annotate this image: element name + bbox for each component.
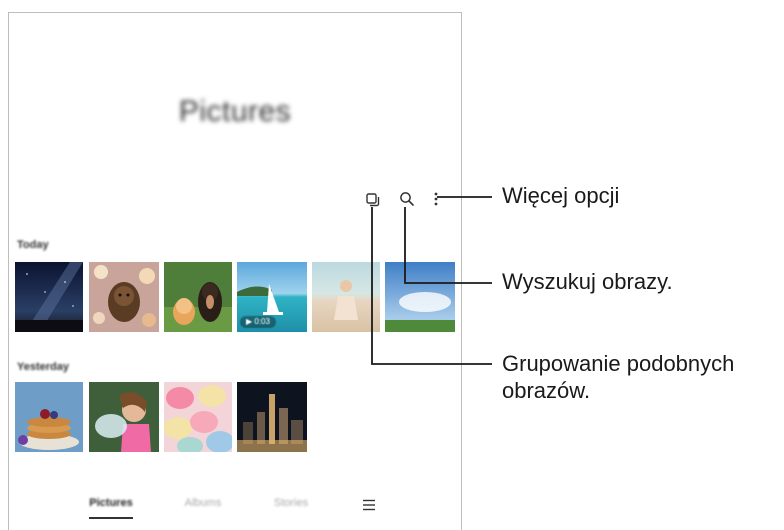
callout-search: Wyszukuj obrazy. xyxy=(502,269,673,294)
callout-more-options: Więcej opcji xyxy=(502,183,620,208)
video-duration-badge: ▶ 0:03 xyxy=(240,316,276,328)
tab-albums[interactable]: Albums xyxy=(181,497,225,509)
thumbnail-pancakes[interactable] xyxy=(15,382,83,452)
thumbnail-dog-lights[interactable] xyxy=(89,262,159,332)
thumbnail-sky-meadow[interactable] xyxy=(385,262,455,332)
thumbnail-girl-beach[interactable] xyxy=(312,262,380,332)
phone-screen: Pictures Today ▶ 0:03 Yesterday Pictures… xyxy=(8,12,462,530)
thumbnail-cat-dog[interactable] xyxy=(164,262,232,332)
tab-stories[interactable]: Stories xyxy=(269,497,313,509)
section-label-today: Today xyxy=(17,239,49,251)
more-options-icon[interactable] xyxy=(431,190,441,208)
thumbnail-city-night[interactable] xyxy=(237,382,307,452)
callout-group-line1: Grupowanie podobnych xyxy=(502,351,735,376)
active-tab-indicator xyxy=(89,517,133,519)
search-icon[interactable] xyxy=(399,191,415,207)
thumbnail-girl-splash[interactable] xyxy=(89,382,159,452)
callout-group-line2: obrazów. xyxy=(502,378,591,403)
bottom-navigation: Pictures Albums Stories xyxy=(9,493,461,523)
thumbnail-sailboat-video[interactable]: ▶ 0:03 xyxy=(237,262,307,332)
group-similar-icon[interactable] xyxy=(366,193,380,207)
page-title: Pictures xyxy=(178,95,292,128)
tab-pictures[interactable]: Pictures xyxy=(89,497,133,509)
thumbnail-milky-way[interactable] xyxy=(15,262,83,332)
section-label-yesterday: Yesterday xyxy=(17,361,69,373)
thumbnail-macarons[interactable] xyxy=(164,382,232,452)
hamburger-menu-icon[interactable] xyxy=(362,499,376,511)
